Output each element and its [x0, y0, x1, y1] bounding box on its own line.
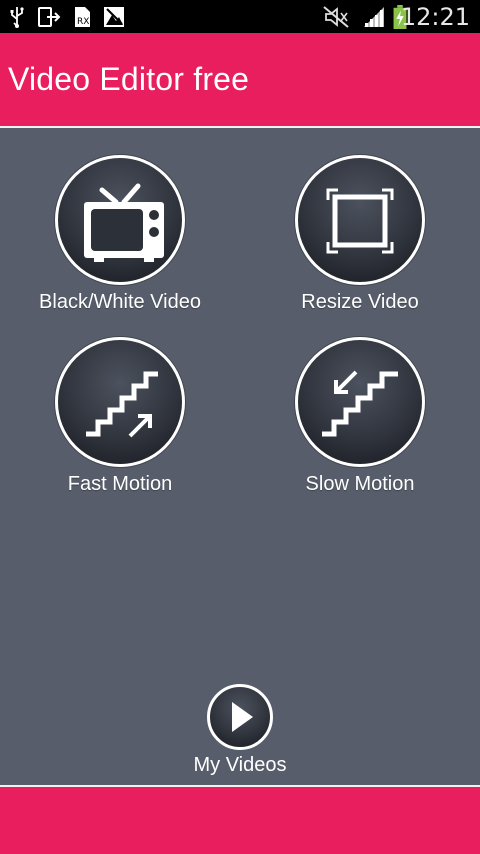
app-screen: RX 12:21 Video Editor free Black/White V…	[0, 0, 480, 854]
black-white-video-button[interactable]: Black/White Video	[20, 155, 220, 314]
slow-motion-circle[interactable]	[295, 337, 425, 467]
image-icon	[104, 7, 124, 27]
status-time: 12:21	[400, 3, 470, 31]
fast-motion-button[interactable]: Fast Motion	[20, 337, 220, 496]
fast-motion-label: Fast Motion	[67, 473, 173, 495]
my-videos-circle[interactable]	[207, 684, 273, 750]
svg-text:RX: RX	[77, 17, 89, 27]
my-videos-label: My Videos	[193, 754, 287, 776]
my-videos-button[interactable]: My Videos	[180, 684, 300, 777]
status-bar: RX 12:21	[0, 0, 480, 33]
slow-motion-button[interactable]: Slow Motion	[260, 337, 460, 496]
tv-icon	[84, 183, 164, 262]
app-title: Video Editor free	[8, 61, 250, 97]
usb-icon	[10, 7, 24, 28]
resize-video-button[interactable]: Resize Video	[260, 155, 460, 314]
resize-frame-icon	[326, 188, 394, 254]
sim-icon: RX	[75, 7, 90, 27]
resize-video-label: Resize Video	[301, 291, 419, 313]
mute-icon	[323, 6, 349, 28]
bottom-banner	[0, 785, 480, 854]
black-white-video-circle[interactable]	[55, 155, 185, 285]
resize-video-circle[interactable]	[295, 155, 425, 285]
slow-motion-label: Slow Motion	[305, 473, 415, 495]
stairs-down-icon	[322, 370, 398, 437]
signal-icon	[364, 7, 384, 27]
stairs-up-icon	[86, 371, 158, 438]
play-icon	[232, 702, 253, 732]
download-icon	[38, 7, 61, 27]
fast-motion-circle[interactable]	[55, 337, 185, 467]
app-bar: Video Editor free	[0, 33, 480, 128]
black-white-video-label: Black/White Video	[39, 291, 201, 313]
